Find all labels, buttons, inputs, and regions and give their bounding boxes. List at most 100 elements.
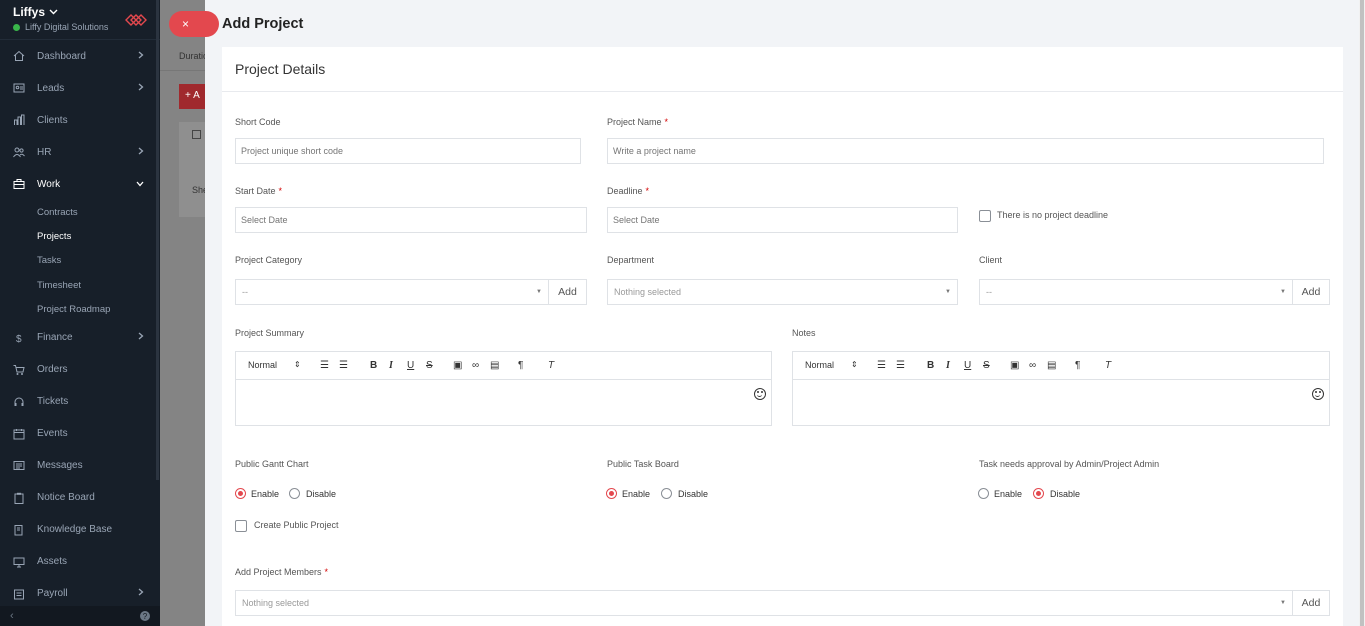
project-category-select[interactable]: -- ▼ [235, 279, 549, 305]
underline-icon[interactable]: U [407, 360, 414, 371]
project-members-select[interactable]: Nothing selected ▼ [235, 590, 1293, 616]
add-client-button[interactable]: Add [1292, 279, 1330, 305]
text-direction-icon[interactable]: ¶ [518, 360, 523, 371]
online-status-dot [13, 23, 20, 31]
submenu-item-contracts[interactable]: Contracts [0, 200, 160, 224]
caret-down-icon: ▼ [945, 289, 951, 295]
help-icon[interactable]: ? [140, 611, 150, 621]
notes-editor[interactable]: Normal ⇕ ☰ ☰ B I U S ▣ ∞ ▤ ¶ T [792, 351, 1330, 426]
link-icon[interactable]: ∞ [1029, 360, 1036, 371]
sidebar-scrollbar[interactable] [156, 0, 159, 480]
department-select[interactable]: Nothing selected ▼ [607, 279, 958, 305]
ordered-list-icon[interactable]: ☰ [320, 360, 329, 371]
submenu-item-projects[interactable]: Projects [0, 224, 160, 248]
sidebar-item-events[interactable]: Events [0, 418, 160, 450]
link-icon[interactable]: ∞ [472, 360, 479, 371]
video-icon[interactable]: ▤ [1047, 360, 1056, 371]
sidebar-item-work[interactable]: Work [0, 168, 160, 200]
deadline-label: Deadline [607, 186, 643, 196]
italic-icon[interactable]: I [946, 360, 950, 371]
workspace-switcher[interactable]: Liffys Liffy Digital Solutions [0, 0, 160, 40]
cart-icon [13, 364, 25, 376]
italic-icon[interactable]: I [389, 360, 393, 371]
project-details-card: Project Details Short Code Project Name*… [222, 47, 1343, 626]
public-gantt-enable-radio[interactable] [235, 488, 246, 499]
sidebar-nav-secondary: $ Finance Orders Tickets Events Messages Notic… [0, 322, 160, 610]
public-gantt-disable-radio[interactable] [289, 488, 300, 499]
image-icon[interactable]: ▣ [1010, 360, 1019, 371]
sidebar-item-label: HR [37, 146, 52, 158]
bold-icon[interactable]: B [370, 360, 377, 371]
sidebar-item-tickets[interactable]: Tickets [0, 386, 160, 418]
public-task-board-disable-radio[interactable] [661, 488, 672, 499]
sidebar-item-knowledge-base[interactable]: Knowledge Base [0, 514, 160, 546]
format-select[interactable]: Normal [805, 360, 834, 370]
modal-scrollbar-track[interactable] [1359, 0, 1365, 626]
monitor-icon [13, 556, 25, 568]
project-name-input[interactable] [607, 138, 1324, 164]
caret-down-icon: ▼ [1280, 289, 1286, 295]
text-direction-icon[interactable]: ¶ [1075, 360, 1080, 371]
close-modal-button[interactable]: × [169, 11, 219, 37]
sidebar-item-label: Payroll [37, 588, 68, 600]
modal-scrollbar-thumb[interactable] [1360, 0, 1364, 626]
deadline-input[interactable] [607, 207, 958, 233]
image-icon[interactable]: ▣ [453, 360, 462, 371]
public-task-board-label: Public Task Board [607, 459, 679, 469]
sidebar-item-hr[interactable]: HR [0, 136, 160, 168]
client-label: Client [979, 255, 1003, 265]
sidebar-item-notice-board[interactable]: Notice Board [0, 482, 160, 514]
task-approval-disable-radio[interactable] [1033, 488, 1044, 499]
bold-icon[interactable]: B [927, 360, 934, 371]
submenu-item-timesheet[interactable]: Timesheet [0, 273, 160, 297]
task-approval-label: Task needs approval by Admin/Project Adm… [979, 459, 1160, 469]
sidebar-item-dashboard[interactable]: Dashboard [0, 40, 160, 72]
video-icon[interactable]: ▤ [490, 360, 499, 371]
format-select[interactable]: Normal [248, 360, 277, 370]
required-mark: * [664, 117, 669, 127]
required-mark: * [324, 567, 329, 577]
ordered-list-icon[interactable]: ☰ [877, 360, 886, 371]
sidebar-item-finance[interactable]: $ Finance [0, 322, 160, 354]
submenu-item-project-roadmap[interactable]: Project Roadmap [0, 298, 160, 322]
sidebar-item-clients[interactable]: Clients [0, 104, 160, 136]
clear-format-icon[interactable]: T [548, 360, 554, 371]
sidebar-item-messages[interactable]: Messages [0, 450, 160, 482]
collapse-sidebar-icon[interactable]: ‹ [10, 610, 14, 622]
calendar-icon [13, 428, 25, 440]
no-deadline-checkbox[interactable] [979, 210, 991, 222]
create-public-project-checkbox[interactable] [235, 520, 247, 532]
background-duration-label: Duratio [179, 51, 209, 61]
sidebar-item-assets[interactable]: Assets [0, 546, 160, 578]
sidebar-item-orders[interactable]: Orders [0, 354, 160, 386]
sidebar-nav: Dashboard Leads Clients HR Work [0, 40, 160, 200]
sidebar-item-leads[interactable]: Leads [0, 72, 160, 104]
add-category-button[interactable]: Add [548, 279, 587, 305]
sidebar-item-label: Knowledge Base [37, 524, 113, 536]
bullet-list-icon[interactable]: ☰ [896, 360, 905, 371]
public-gantt-disable-label: Disable [306, 489, 337, 499]
strike-icon[interactable]: S [983, 360, 990, 371]
public-task-board-enable-radio[interactable] [606, 488, 617, 499]
format-caret-icon: ⇕ [851, 360, 858, 369]
short-code-input[interactable] [235, 138, 581, 164]
project-summary-editor[interactable]: Normal ⇕ ☰ ☰ B I U S ▣ ∞ ▤ ¶ T [235, 351, 772, 426]
clear-format-icon[interactable]: T [1105, 360, 1111, 371]
people-icon [13, 146, 25, 158]
emoji-icon[interactable] [754, 388, 766, 400]
task-approval-enable-radio[interactable] [978, 488, 989, 499]
submenu-item-tasks[interactable]: Tasks [0, 249, 160, 273]
strike-icon[interactable]: S [426, 360, 433, 371]
add-member-button[interactable]: Add [1292, 590, 1330, 616]
start-date-input[interactable] [235, 207, 587, 233]
sidebar-item-label: Dashboard [37, 50, 86, 62]
underline-icon[interactable]: U [964, 360, 971, 371]
project-summary-label: Project Summary [235, 328, 305, 338]
svg-text:$: $ [16, 334, 22, 344]
client-select[interactable]: -- ▼ [979, 279, 1293, 305]
bullet-list-icon[interactable]: ☰ [339, 360, 348, 371]
sidebar-item-label: Work [37, 178, 61, 190]
start-date-label: Start Date [235, 186, 276, 196]
emoji-icon[interactable] [1312, 388, 1324, 400]
sidebar: Liffys Liffy Digital Solutions Dashboard… [0, 0, 160, 626]
